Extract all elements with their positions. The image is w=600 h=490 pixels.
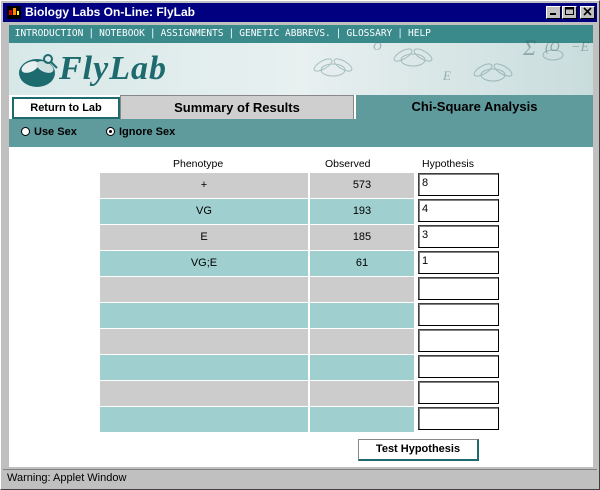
hypothesis-input[interactable] — [418, 407, 499, 430]
maximize-icon — [565, 7, 574, 15]
fly-formula-decoration: Σ (O −E E O — [313, 35, 589, 83]
observed-cell: 61 — [310, 251, 414, 276]
header-observed: Observed — [325, 158, 371, 170]
phenotype-cell: VG;E — [100, 251, 308, 276]
table-row — [100, 407, 501, 432]
table-row — [100, 329, 501, 354]
hypothesis-input[interactable]: 3 — [418, 225, 499, 248]
return-to-lab-button[interactable]: Return to Lab — [12, 97, 120, 119]
tab-chi-square-analysis[interactable]: Chi-Square Analysis — [356, 95, 593, 119]
java-applet-icon — [7, 6, 21, 19]
hypothesis-input[interactable] — [418, 355, 499, 378]
nav-introduction[interactable]: INTRODUCTION — [15, 28, 84, 39]
svg-text:E: E — [442, 68, 451, 83]
observed-cell — [310, 277, 414, 302]
table-row: VG;E 61 1 — [100, 251, 501, 276]
tab-bar: Return to Lab Summary of Results Chi-Squ… — [9, 95, 593, 119]
minimize-button[interactable] — [546, 6, 561, 19]
table-row — [100, 277, 501, 302]
table-row: VG 193 4 — [100, 199, 501, 224]
header-phenotype: Phenotype — [173, 158, 224, 170]
observed-cell — [310, 407, 414, 432]
phenotype-cell — [100, 303, 308, 328]
nav-notebook[interactable]: NOTEBOOK — [99, 28, 145, 39]
header-hypothesis: Hypothesis — [422, 158, 474, 170]
phenotype-cell: VG — [100, 199, 308, 224]
sex-options-bar: Use Sex Ignore Sex — [9, 119, 593, 147]
flylab-banner: INTRODUCTION | NOTEBOOK | ASSIGNMENTS | GENETI… — [9, 25, 593, 95]
hypothesis-input[interactable] — [418, 381, 499, 404]
hypothesis-input[interactable]: 8 — [418, 173, 499, 196]
test-hypothesis-button[interactable]: Test Hypothesis — [358, 439, 479, 461]
hypothesis-input[interactable] — [418, 303, 499, 326]
observed-cell — [310, 355, 414, 380]
nav-assignments[interactable]: ASSIGNMENTS — [161, 28, 224, 39]
radio-off-icon — [21, 127, 30, 136]
hypothesis-input[interactable] — [418, 277, 499, 300]
flylab-logo-icon — [19, 54, 58, 87]
flylab-logo-text: FlyLab — [59, 50, 167, 87]
phenotype-cell — [100, 355, 308, 380]
radio-on-icon — [106, 127, 115, 136]
hypothesis-input[interactable] — [418, 329, 499, 352]
hypothesis-input[interactable]: 1 — [418, 251, 499, 274]
svg-text:(O: (O — [545, 40, 560, 55]
svg-text:−E: −E — [571, 40, 589, 55]
tab-summary-of-results[interactable]: Summary of Results — [120, 95, 354, 119]
phenotype-cell — [100, 329, 308, 354]
svg-text:Σ: Σ — [522, 35, 536, 60]
observed-cell — [310, 329, 414, 354]
title-bar[interactable]: Biology Labs On-Line: FlyLab — [3, 3, 597, 22]
observed-cell: 185 — [310, 225, 414, 250]
applet-warning-text: Warning: Applet Window — [7, 472, 127, 484]
phenotype-cell — [100, 277, 308, 302]
table-row: E 185 3 — [100, 225, 501, 250]
table-row — [100, 303, 501, 328]
applet-window: Biology Labs On-Line: FlyLab INTRODUCTIO… — [0, 0, 600, 490]
ignore-sex-radio[interactable]: Ignore Sex — [106, 126, 175, 138]
observed-cell: 573 — [310, 173, 414, 198]
maximize-button[interactable] — [562, 6, 577, 19]
hypothesis-input[interactable]: 4 — [418, 199, 499, 222]
phenotype-cell: + — [100, 173, 308, 198]
phenotype-cell — [100, 407, 308, 432]
close-button[interactable] — [580, 6, 595, 19]
table-row: + 573 8 — [100, 173, 501, 198]
observed-cell — [310, 303, 414, 328]
table-row — [100, 381, 501, 406]
status-bar: Warning: Applet Window — [3, 469, 597, 488]
close-icon — [583, 7, 592, 16]
phenotype-cell — [100, 381, 308, 406]
observed-cell: 193 — [310, 199, 414, 224]
phenotype-cell: E — [100, 225, 308, 250]
window-title: Biology Labs On-Line: FlyLab — [25, 5, 196, 19]
use-sex-radio[interactable]: Use Sex — [21, 126, 77, 138]
svg-text:O: O — [373, 39, 382, 53]
table-row — [100, 355, 501, 380]
applet-content: INTRODUCTION | NOTEBOOK | ASSIGNMENTS | GENETI… — [9, 25, 593, 467]
minimize-icon — [550, 13, 556, 15]
observed-cell — [310, 381, 414, 406]
